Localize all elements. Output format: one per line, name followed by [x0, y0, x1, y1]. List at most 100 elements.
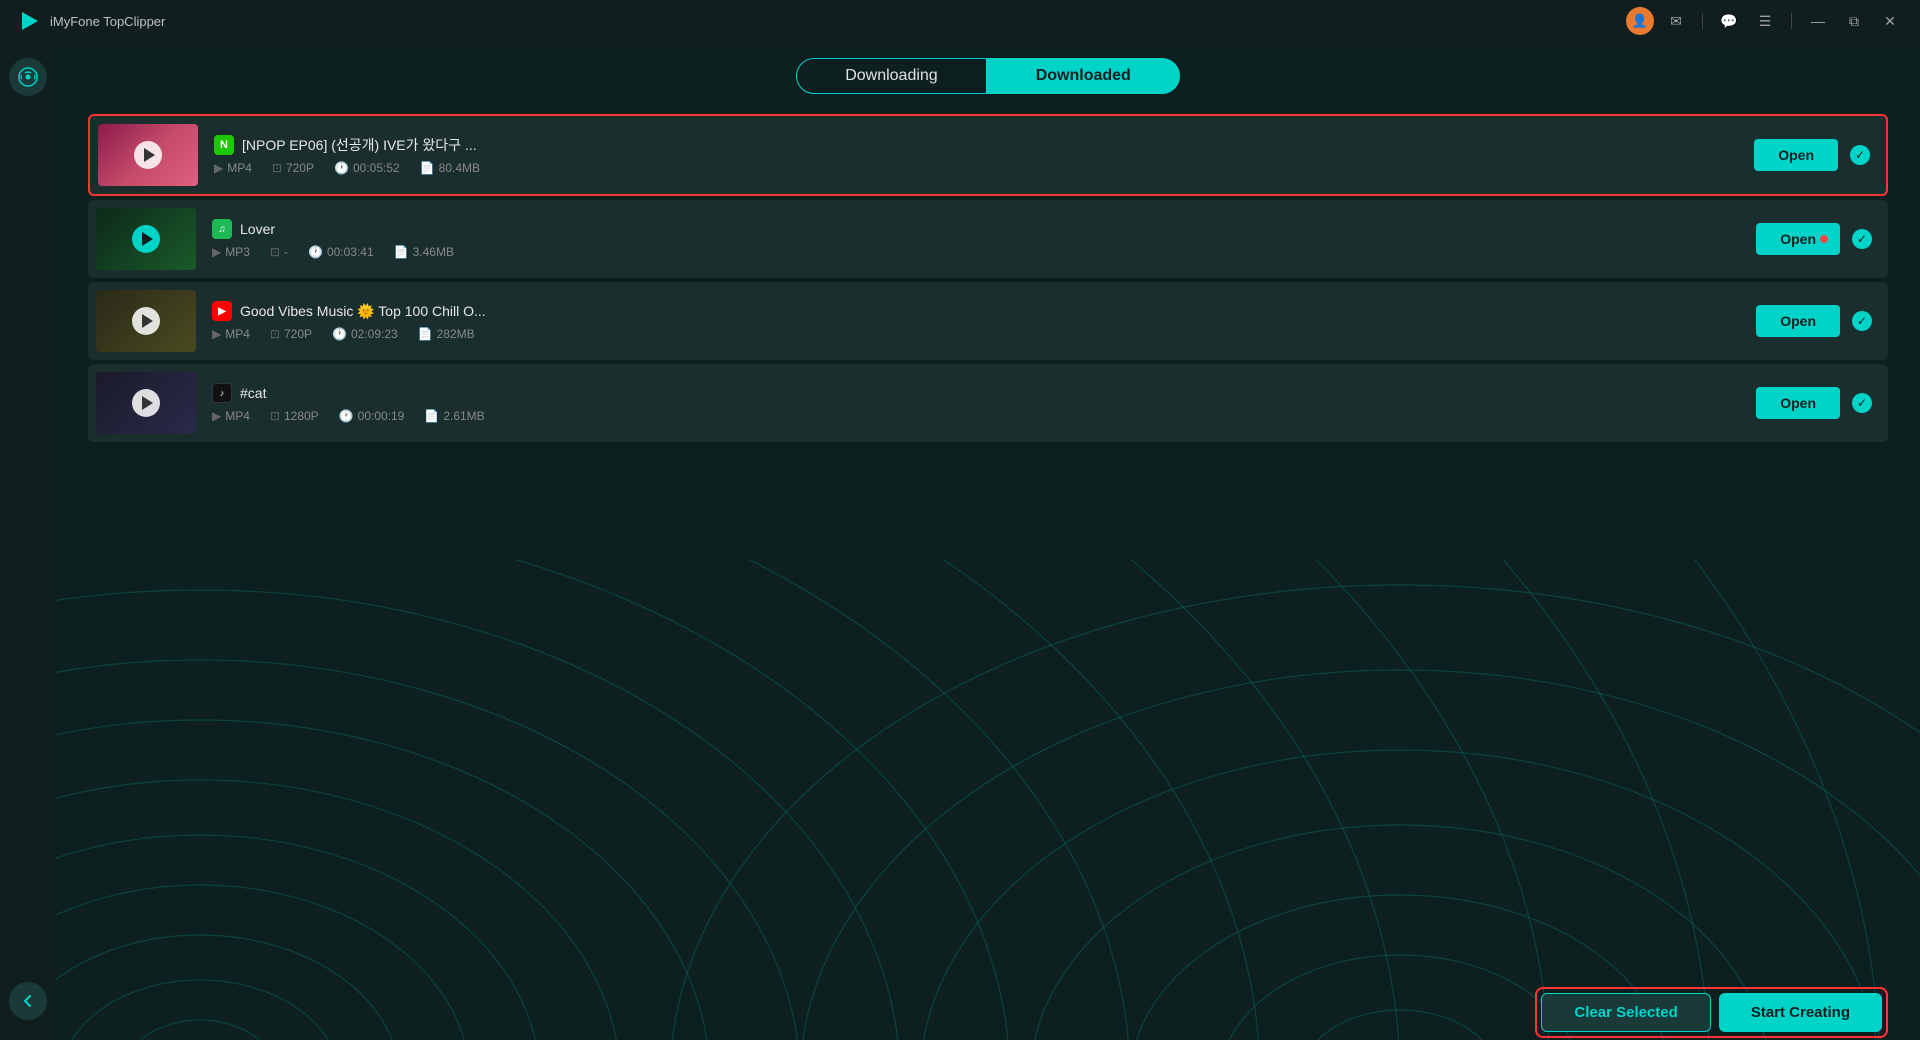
format-icon-4: ▶ — [212, 409, 221, 423]
bottom-bar: Clear Selected Start Creating — [56, 984, 1920, 1040]
play-button-1[interactable] — [134, 141, 162, 169]
play-icon-2 — [142, 232, 153, 246]
duration-value-1: 00:05:52 — [353, 161, 400, 175]
open-button-3[interactable]: Open — [1756, 305, 1840, 337]
item-title-row-2: ♫ Lover — [212, 219, 1740, 239]
thumbnail-1 — [98, 124, 198, 186]
resolution-icon-4: ⊡ — [270, 409, 280, 423]
meta-format-3: ▶ MP4 — [212, 327, 250, 341]
format-icon-2: ▶ — [212, 245, 221, 259]
format-icon-1: ▶ — [214, 161, 223, 175]
open-button-4[interactable]: Open — [1756, 387, 1840, 419]
size-icon-4: 📄 — [424, 409, 439, 423]
chat-button[interactable]: 💬 — [1715, 7, 1743, 35]
item-title-4: #cat — [240, 385, 266, 401]
resolution-value-2: - — [284, 245, 288, 259]
thumbnail-3 — [96, 290, 196, 352]
minimize-button[interactable]: — — [1804, 7, 1832, 35]
close-button[interactable]: ✕ — [1876, 7, 1904, 35]
profile-icon[interactable]: 👤 — [1626, 7, 1654, 35]
meta-size-3: 📄 282MB — [418, 327, 475, 341]
divider2 — [1791, 13, 1792, 29]
download-item-3[interactable]: ▶ Good Vibes Music 🌞 Top 100 Chill O... … — [88, 282, 1888, 360]
thumbnail-4 — [96, 372, 196, 434]
check-mark-4: ✓ — [1852, 393, 1872, 413]
music-nav-icon[interactable] — [9, 58, 47, 96]
meta-size-1: 📄 80.4MB — [420, 161, 480, 175]
size-value-1: 80.4MB — [439, 161, 480, 175]
action-buttons-wrapper: Clear Selected Start Creating — [1535, 987, 1888, 1038]
tab-bar: Downloading Downloaded — [88, 58, 1888, 94]
format-value-1: MP4 — [227, 161, 252, 175]
check-mark-2: ✓ — [1852, 229, 1872, 249]
clear-selected-button[interactable]: Clear Selected — [1541, 993, 1710, 1032]
size-icon-3: 📄 — [418, 327, 433, 341]
tab-downloading[interactable]: Downloading — [796, 58, 987, 94]
restore-button[interactable]: ⧉ — [1840, 7, 1868, 35]
dot-indicator-2 — [1820, 235, 1828, 243]
duration-value-2: 00:03:41 — [327, 245, 374, 259]
meta-duration-2: 🕐 00:03:41 — [308, 245, 374, 259]
background-waves: .wave-line { fill: none; stroke: #00d4c8… — [0, 560, 1920, 1040]
resolution-value-1: 720P — [286, 161, 314, 175]
play-button-2[interactable] — [132, 225, 160, 253]
main-content: .wave-line { fill: none; stroke: #00d4c8… — [0, 42, 1920, 1040]
download-list: N [NPOP EP06] (선공개) IVE가 왔다구 ... ▶ MP4 ⊡… — [88, 114, 1888, 442]
meta-duration-1: 🕐 00:05:52 — [334, 161, 400, 175]
tab-downloaded[interactable]: Downloaded — [987, 58, 1180, 94]
platform-badge-1: N — [214, 135, 234, 155]
download-item-1[interactable]: N [NPOP EP06] (선공개) IVE가 왔다구 ... ▶ MP4 ⊡… — [88, 114, 1888, 196]
item-info-2: ♫ Lover ▶ MP3 ⊡ - 🕐 — [196, 219, 1756, 259]
size-value-3: 282MB — [437, 327, 475, 341]
platform-badge-2: ♫ — [212, 219, 232, 239]
play-icon-1 — [144, 148, 155, 162]
format-icon-3: ▶ — [212, 327, 221, 341]
size-value-2: 3.46MB — [413, 245, 454, 259]
item-info-1: N [NPOP EP06] (선공개) IVE가 왔다구 ... ▶ MP4 ⊡… — [198, 135, 1754, 175]
item-title-row-3: ▶ Good Vibes Music 🌞 Top 100 Chill O... — [212, 301, 1740, 321]
meta-size-4: 📄 2.61MB — [424, 409, 484, 423]
side-nav — [0, 42, 56, 1040]
duration-icon-4: 🕐 — [339, 409, 354, 423]
download-item-2[interactable]: ♫ Lover ▶ MP3 ⊡ - 🕐 — [88, 200, 1888, 278]
menu-button[interactable]: ☰ — [1751, 7, 1779, 35]
app-logo: iMyFone TopClipper — [16, 8, 165, 34]
window-controls: 👤 ✉ 💬 ☰ — ⧉ ✕ — [1626, 7, 1904, 35]
resolution-icon-1: ⊡ — [272, 161, 282, 175]
platform-badge-3: ▶ — [212, 301, 232, 321]
resolution-value-4: 1280P — [284, 409, 319, 423]
app-title: iMyFone TopClipper — [50, 14, 165, 29]
item-title-row-1: N [NPOP EP06] (선공개) IVE가 왔다구 ... — [214, 135, 1738, 155]
content-area: Downloading Downloaded N [NPOP EP06] (선공… — [56, 42, 1920, 458]
item-title-row-4: ♪ #cat — [212, 383, 1740, 403]
duration-value-4: 00:00:19 — [358, 409, 405, 423]
meta-duration-4: 🕐 00:00:19 — [339, 409, 405, 423]
start-creating-button[interactable]: Start Creating — [1719, 993, 1882, 1032]
item-meta-1: ▶ MP4 ⊡ 720P 🕐 00:05:52 📄 — [214, 161, 1738, 175]
item-title-2: Lover — [240, 221, 275, 237]
item-title-1: [NPOP EP06] (선공개) IVE가 왔다구 ... — [242, 135, 477, 155]
meta-resolution-3: ⊡ 720P — [270, 327, 312, 341]
back-nav — [9, 982, 47, 1020]
resolution-value-3: 720P — [284, 327, 312, 341]
meta-resolution-4: ⊡ 1280P — [270, 409, 319, 423]
meta-resolution-2: ⊡ - — [270, 245, 288, 259]
meta-format-1: ▶ MP4 — [214, 161, 252, 175]
mail-button[interactable]: ✉ — [1662, 7, 1690, 35]
check-mark-1: ✓ — [1850, 145, 1870, 165]
size-value-4: 2.61MB — [443, 409, 484, 423]
play-button-3[interactable] — [132, 307, 160, 335]
back-button[interactable] — [9, 982, 47, 1020]
play-button-4[interactable] — [132, 389, 160, 417]
meta-size-2: 📄 3.46MB — [394, 245, 454, 259]
open-button-1[interactable]: Open — [1754, 139, 1838, 171]
download-item-4[interactable]: ♪ #cat ▶ MP4 ⊡ 1280P 🕐 — [88, 364, 1888, 442]
resolution-icon-2: ⊡ — [270, 245, 280, 259]
item-info-4: ♪ #cat ▶ MP4 ⊡ 1280P 🕐 — [196, 383, 1756, 423]
title-bar: iMyFone TopClipper 👤 ✉ 💬 ☰ — ⧉ ✕ — [0, 0, 1920, 42]
divider — [1702, 13, 1703, 29]
duration-icon-1: 🕐 — [334, 161, 349, 175]
meta-format-2: ▶ MP3 — [212, 245, 250, 259]
play-icon-4 — [142, 396, 153, 410]
duration-value-3: 02:09:23 — [351, 327, 398, 341]
